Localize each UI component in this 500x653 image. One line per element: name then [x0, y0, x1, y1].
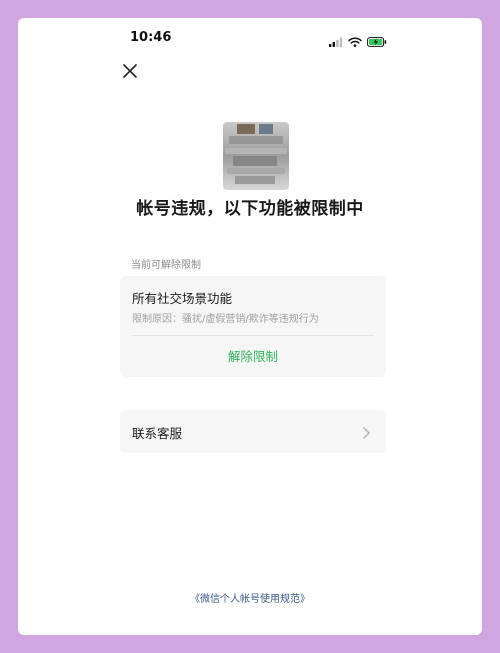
usage-policy-link[interactable]: 《微信个人帐号使用规范》: [18, 590, 482, 605]
contact-support-label: 联系客服: [132, 426, 183, 441]
contact-support-button[interactable]: 联系客服: [120, 410, 386, 453]
section-label: 当前可解除限制: [131, 260, 201, 271]
device-frame: 10:46 帐号违规，以下功能被限制中 当前可解除限制 所有社交场景功能 限制原…: [0, 0, 500, 653]
page-title: 帐号违规，以下功能被限制中: [136, 199, 364, 219]
signal-icon: [329, 32, 343, 51]
status-icons: [329, 32, 387, 51]
avatar: [223, 122, 289, 190]
divider: [132, 335, 374, 336]
status-time: 10:46: [130, 30, 172, 45]
chevron-right-icon: [360, 425, 372, 439]
battery-charging-icon: [367, 32, 387, 51]
close-icon: [123, 63, 137, 82]
restriction-card: 所有社交场景功能 限制原因：骚扰/虚假营销/欺诈等违规行为 解除限制: [120, 276, 386, 377]
lift-restriction-button[interactable]: 解除限制: [120, 345, 386, 369]
wifi-icon: [348, 32, 362, 51]
status-bar: 10:46: [18, 18, 482, 58]
phone-screen: 10:46 帐号违规，以下功能被限制中 当前可解除限制 所有社交场景功能 限制原…: [18, 18, 482, 635]
restriction-reason: 限制原因：骚扰/虚假营销/欺诈等违规行为: [132, 314, 319, 325]
restriction-title: 所有社交场景功能: [132, 291, 233, 306]
close-button[interactable]: [119, 61, 141, 83]
